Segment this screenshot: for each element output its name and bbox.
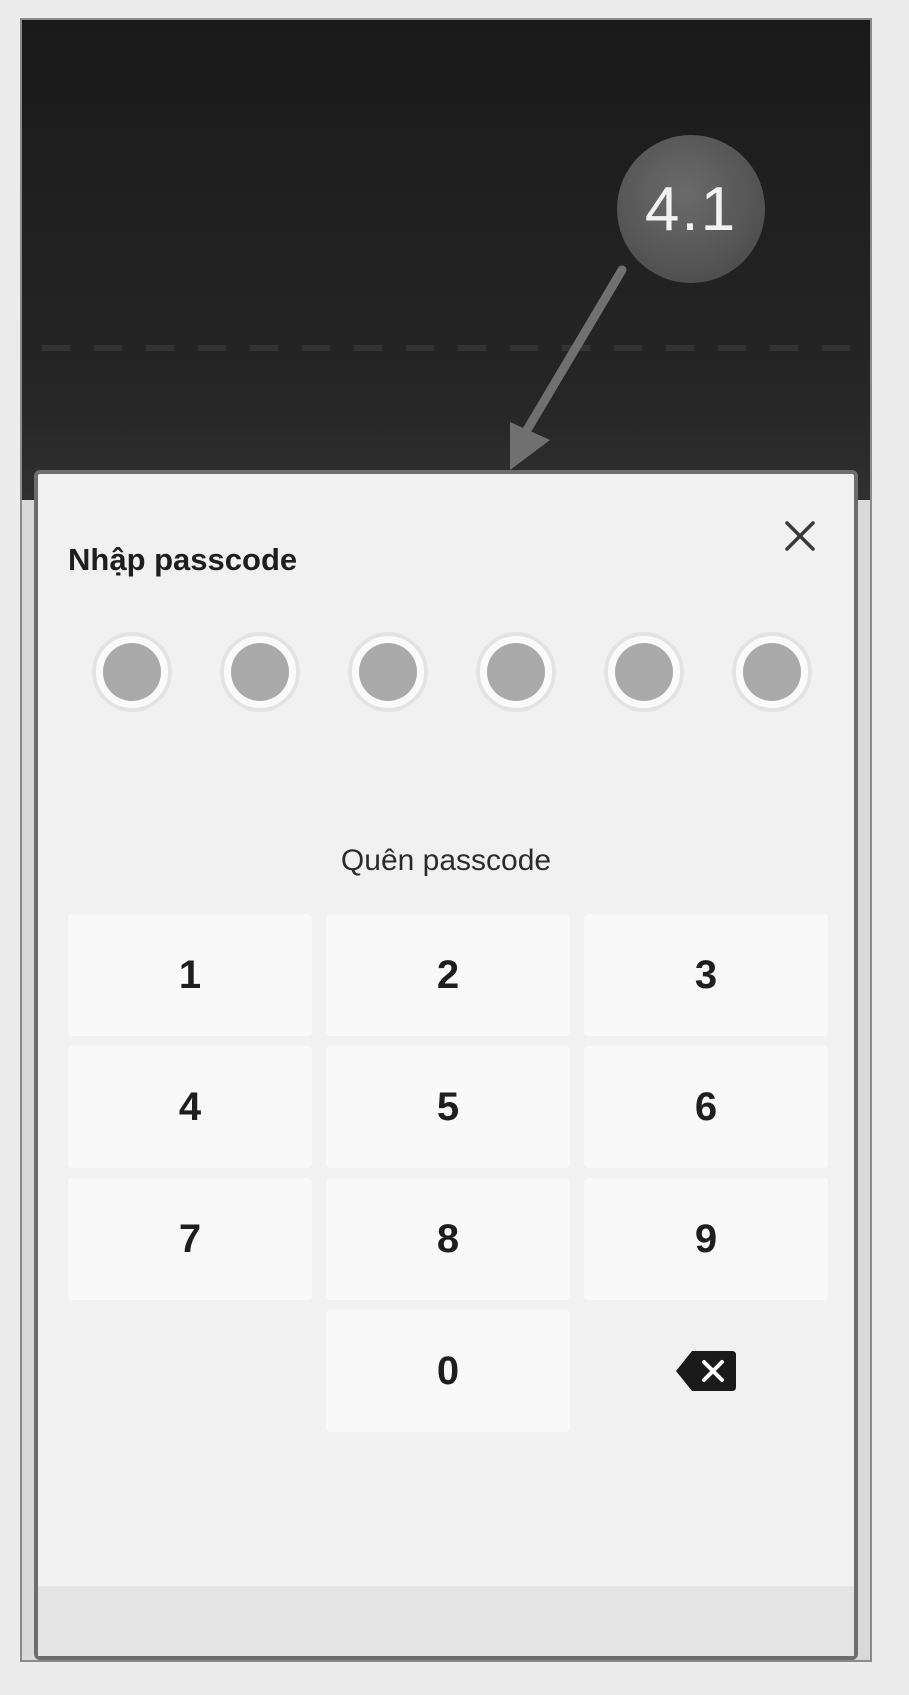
app-screenshot: 4.1 Nhập passcode Quên passcode 1 2 3 4 … — [22, 20, 870, 1660]
key-9[interactable]: 9 — [584, 1178, 828, 1300]
passcode-dot — [476, 632, 556, 712]
key-1[interactable]: 1 — [68, 914, 312, 1036]
passcode-dot — [604, 632, 684, 712]
passcode-dot — [732, 632, 812, 712]
backspace-icon — [676, 1351, 736, 1391]
passcode-dot — [220, 632, 300, 712]
dialog-header: Nhập passcode — [38, 474, 854, 614]
passcode-dots — [92, 632, 812, 722]
key-6[interactable]: 6 — [584, 1046, 828, 1168]
dialog-footer — [38, 1586, 854, 1656]
passcode-dialog: Nhập passcode Quên passcode 1 2 3 4 5 6 … — [34, 470, 858, 1660]
numeric-keypad: 1 2 3 4 5 6 7 8 9 0 — [68, 914, 828, 1432]
key-4[interactable]: 4 — [68, 1046, 312, 1168]
backspace-button[interactable] — [584, 1310, 828, 1432]
page: 4.1 Nhập passcode Quên passcode 1 2 3 4 … — [0, 0, 909, 1695]
passcode-dot — [92, 632, 172, 712]
close-icon — [785, 521, 815, 551]
key-0[interactable]: 0 — [326, 1310, 570, 1432]
key-8[interactable]: 8 — [326, 1178, 570, 1300]
key-2[interactable]: 2 — [326, 914, 570, 1036]
key-3[interactable]: 3 — [584, 914, 828, 1036]
forgot-passcode-link[interactable]: Quên passcode — [38, 844, 854, 878]
key-7[interactable]: 7 — [68, 1178, 312, 1300]
passcode-dot — [348, 632, 428, 712]
dialog-title: Nhập passcode — [68, 542, 298, 577]
close-button[interactable] — [776, 512, 824, 560]
key-empty — [68, 1310, 312, 1432]
key-5[interactable]: 5 — [326, 1046, 570, 1168]
annotation-arrow — [510, 265, 627, 470]
